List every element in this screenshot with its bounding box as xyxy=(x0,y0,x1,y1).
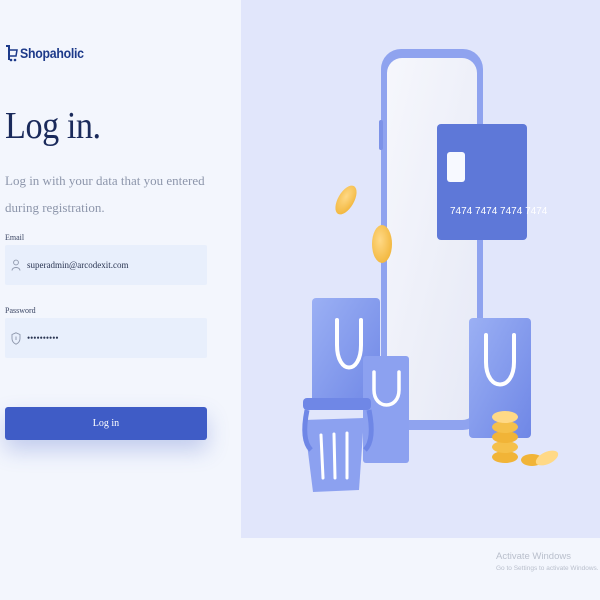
coin-graphic xyxy=(372,225,392,263)
user-icon xyxy=(9,258,23,272)
page-subtitle: Log in with your data that you entered d… xyxy=(5,173,205,215)
card-number-text: 7474 7474 7474 7474 xyxy=(450,206,548,217)
cart-logo-icon xyxy=(6,45,18,62)
page-title: Log in. xyxy=(5,105,101,147)
shopping-illustration: 7474 7474 7474 7474 xyxy=(302,49,559,492)
brand-name: Shopaholic xyxy=(20,45,84,61)
watermark-subtitle: Go to Settings to activate Windows. xyxy=(496,565,599,572)
login-panel: Shopaholic Log in. Log in with your data… xyxy=(0,0,241,600)
shield-icon xyxy=(9,331,23,345)
credit-card-graphic: 7474 7474 7474 7474 xyxy=(437,124,548,240)
email-field[interactable]: superadmin@arcodexit.com xyxy=(5,245,207,285)
basket-graphic xyxy=(302,398,374,492)
email-value: superadmin@arcodexit.com xyxy=(27,260,129,270)
watermark-title: Activate Windows xyxy=(496,551,571,562)
password-label: Password xyxy=(5,306,36,315)
brand-logo[interactable]: Shopaholic xyxy=(5,44,92,62)
coin-graphic xyxy=(335,185,357,215)
windows-activation-watermark: Activate Windows Go to Settings to activ… xyxy=(496,551,599,572)
password-value: •••••••••• xyxy=(27,333,59,343)
password-field[interactable]: •••••••••• xyxy=(5,318,207,358)
email-label: Email xyxy=(5,233,25,242)
login-button[interactable]: Log in xyxy=(5,407,207,440)
hero-illustration-panel: 7474 7474 7474 7474 xyxy=(241,0,600,538)
